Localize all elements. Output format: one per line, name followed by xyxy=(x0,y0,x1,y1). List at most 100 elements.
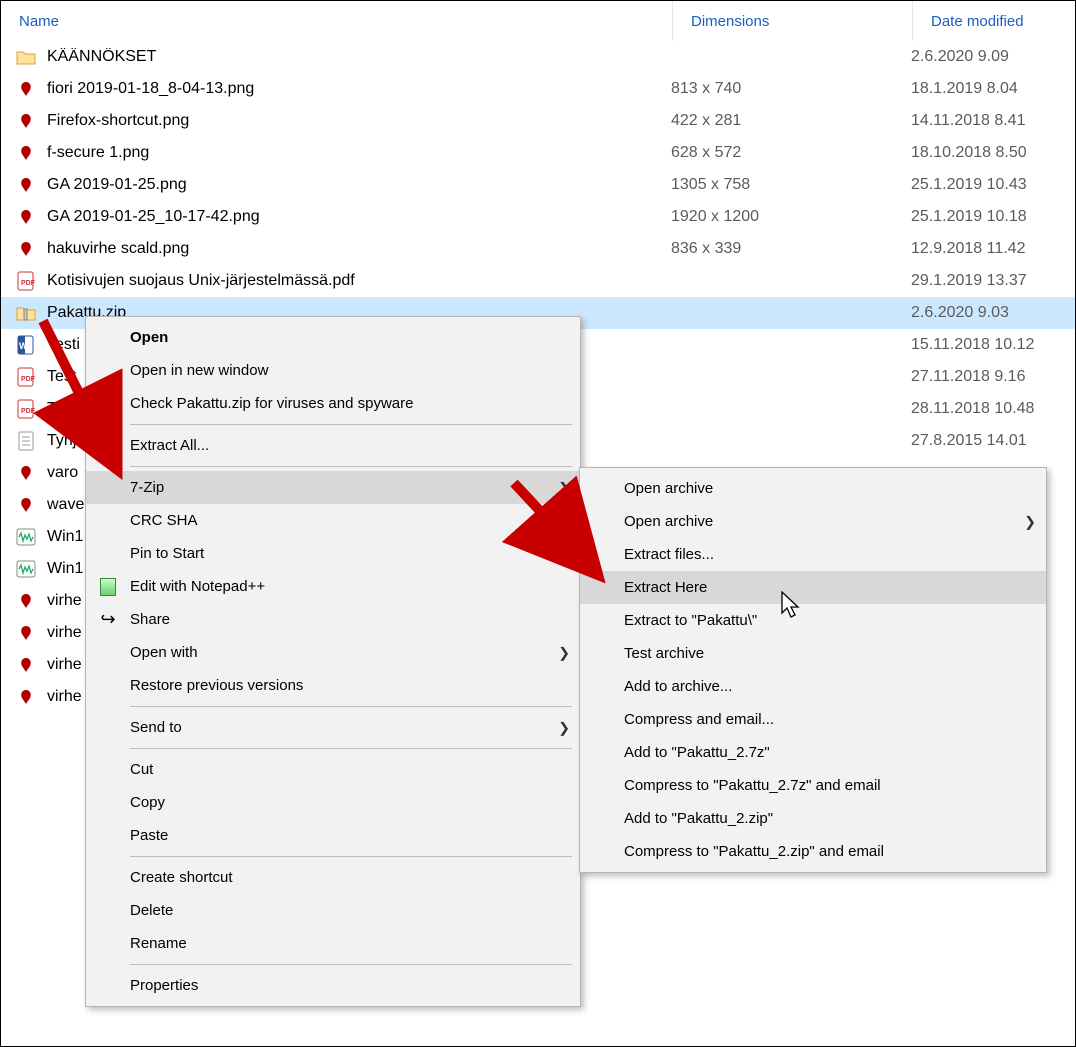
menu-pin-start[interactable]: Pin to Start xyxy=(86,537,580,570)
folder-icon xyxy=(15,46,37,68)
chevron-right-icon: ❯ xyxy=(1024,513,1036,530)
file-row[interactable]: Firefox-shortcut.png422 x 28114.11.2018 … xyxy=(1,105,1075,137)
irfan-icon xyxy=(15,78,37,100)
file-date: 2.6.2020 9.09 xyxy=(911,48,1075,66)
chevron-right-icon: ❯ xyxy=(558,719,570,736)
file-date: 25.1.2019 10.18 xyxy=(911,208,1075,226)
menu-send-to[interactable]: Send to❯ xyxy=(86,711,580,744)
irfan-icon xyxy=(15,622,37,644)
submenu-add-zip[interactable]: Add to "Pakattu_2.zip" xyxy=(580,802,1046,835)
menu-delete[interactable]: Delete xyxy=(86,894,580,927)
file-name: GA 2019-01-25.png xyxy=(47,176,671,194)
submenu-extract-files[interactable]: Extract files... xyxy=(580,538,1046,571)
menu-paste[interactable]: Paste xyxy=(86,819,580,852)
menu-open-with[interactable]: Open with❯ xyxy=(86,636,580,669)
pdf-icon: PDF xyxy=(15,366,37,388)
menu-open[interactable]: Open xyxy=(86,321,580,354)
file-name: Kotisivujen suojaus Unix-järjestelmässä.… xyxy=(47,272,671,290)
file-row[interactable]: KÄÄNNÖKSET 2.6.2020 9.09 xyxy=(1,41,1075,73)
irfan-icon xyxy=(15,110,37,132)
submenu-add-7z[interactable]: Add to "Pakattu_2.7z" xyxy=(580,736,1046,769)
chevron-right-icon: ❯ xyxy=(558,644,570,661)
column-header-dimensions[interactable]: Dimensions xyxy=(673,1,913,41)
submenu-test-archive[interactable]: Test archive xyxy=(580,637,1046,670)
svg-text:PDF: PDF xyxy=(21,376,35,383)
docx-icon: W xyxy=(15,334,37,356)
menu-create-shortcut[interactable]: Create shortcut xyxy=(86,861,580,894)
menu-check-virus[interactable]: Check Pakattu.zip for viruses and spywar… xyxy=(86,387,580,420)
file-row[interactable]: PDF Kotisivujen suojaus Unix-järjestelmäs… xyxy=(1,265,1075,297)
file-row[interactable]: fiori 2019-01-18_8-04-13.png813 x 74018.… xyxy=(1,73,1075,105)
wav-icon xyxy=(15,526,37,548)
pdf-icon: PDF xyxy=(15,270,37,292)
file-date: 27.11.2018 9.16 xyxy=(911,368,1075,386)
submenu-7zip: Open archive Open archive❯ Extract files… xyxy=(579,467,1047,873)
file-name: KÄÄNNÖKSET xyxy=(47,48,671,66)
notepad-icon xyxy=(100,578,116,596)
menu-rename[interactable]: Rename xyxy=(86,927,580,960)
irfan-icon xyxy=(15,686,37,708)
file-dimensions: 628 x 572 xyxy=(671,144,911,162)
svg-text:W: W xyxy=(19,341,28,351)
irfan-icon xyxy=(15,238,37,260)
file-date: 2.6.2020 9.03 xyxy=(911,304,1075,322)
file-dimensions: 1920 x 1200 xyxy=(671,208,911,226)
file-dimensions: 422 x 281 xyxy=(671,112,911,130)
submenu-extract-to[interactable]: Extract to "Pakattu\" xyxy=(580,604,1046,637)
file-date: 12.9.2018 11.42 xyxy=(911,240,1075,258)
irfan-icon xyxy=(15,462,37,484)
menu-restore-versions[interactable]: Restore previous versions xyxy=(86,669,580,702)
menu-notepad[interactable]: Edit with Notepad++ xyxy=(86,570,580,603)
menu-cut[interactable]: Cut xyxy=(86,753,580,786)
magnifier-icon xyxy=(100,396,116,412)
chevron-right-icon: ❯ xyxy=(558,479,570,496)
file-dimensions: 1305 x 758 xyxy=(671,176,911,194)
file-date: 18.10.2018 8.50 xyxy=(911,144,1075,162)
file-date: 29.1.2019 13.37 xyxy=(911,272,1075,290)
menu-copy[interactable]: Copy xyxy=(86,786,580,819)
file-date: 15.11.2018 10.12 xyxy=(911,336,1075,354)
file-row[interactable]: GA 2019-01-25.png1305 x 75825.1.2019 10.… xyxy=(1,169,1075,201)
menu-open-new-window[interactable]: Open in new window xyxy=(86,354,580,387)
irfan-icon xyxy=(15,654,37,676)
file-dimensions: 813 x 740 xyxy=(671,80,911,98)
submenu-open-archive-sub[interactable]: Open archive❯ xyxy=(580,505,1046,538)
file-dimensions: 836 x 339 xyxy=(671,240,911,258)
irfan-icon xyxy=(15,590,37,612)
column-header-row: Name Dimensions Date modified xyxy=(1,1,1075,41)
svg-text:PDF: PDF xyxy=(21,280,35,287)
file-date: 25.1.2019 10.43 xyxy=(911,176,1075,194)
irfan-icon xyxy=(15,206,37,228)
wav-icon xyxy=(15,558,37,580)
txt-icon xyxy=(15,430,37,452)
menu-extract-all[interactable]: Extract All... xyxy=(86,429,580,462)
file-date: 18.1.2019 8.04 xyxy=(911,80,1075,98)
irfan-icon xyxy=(15,494,37,516)
file-name: hakuvirhe scald.png xyxy=(47,240,671,258)
submenu-compress-7z[interactable]: Compress to "Pakattu_2.7z" and email xyxy=(580,769,1046,802)
column-header-date[interactable]: Date modified xyxy=(913,1,1075,41)
file-name: GA 2019-01-25_10-17-42.png xyxy=(47,208,671,226)
file-row[interactable]: f-secure 1.png628 x 57218.10.2018 8.50 xyxy=(1,137,1075,169)
menu-7zip[interactable]: 7-Zip❯ xyxy=(86,471,580,504)
submenu-compress-zip[interactable]: Compress to "Pakattu_2.zip" and email xyxy=(580,835,1046,868)
menu-crc-sha[interactable]: CRC SHA❯ xyxy=(86,504,580,537)
pdf-icon: PDF xyxy=(15,398,37,420)
submenu-open-archive[interactable]: Open archive xyxy=(580,472,1046,505)
share-icon: ↪ xyxy=(100,609,115,630)
file-name: Firefox-shortcut.png xyxy=(47,112,671,130)
file-row[interactable]: GA 2019-01-25_10-17-42.png1920 x 120025.… xyxy=(1,201,1075,233)
menu-share[interactable]: ↪ Share xyxy=(86,603,580,636)
submenu-add-archive[interactable]: Add to archive... xyxy=(580,670,1046,703)
zip-icon xyxy=(15,302,37,324)
irfan-icon xyxy=(15,142,37,164)
submenu-compress-email[interactable]: Compress and email... xyxy=(580,703,1046,736)
file-name: fiori 2019-01-18_8-04-13.png xyxy=(47,80,671,98)
menu-properties[interactable]: Properties xyxy=(86,969,580,1002)
svg-text:PDF: PDF xyxy=(21,408,35,415)
file-date: 28.11.2018 10.48 xyxy=(911,400,1075,418)
irfan-icon xyxy=(15,174,37,196)
submenu-extract-here[interactable]: Extract Here xyxy=(580,571,1046,604)
file-row[interactable]: hakuvirhe scald.png836 x 33912.9.2018 11… xyxy=(1,233,1075,265)
column-header-name[interactable]: Name xyxy=(1,1,673,41)
